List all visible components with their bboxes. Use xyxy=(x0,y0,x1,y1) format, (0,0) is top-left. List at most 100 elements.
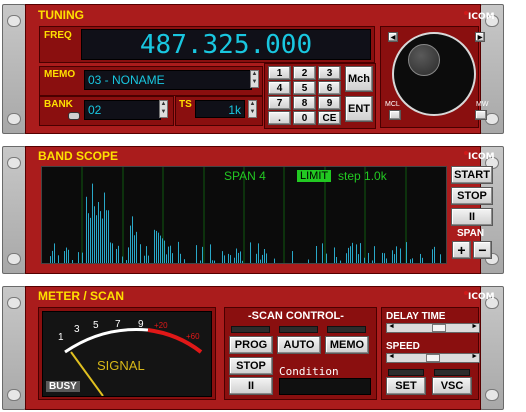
span-plus-button[interactable]: + xyxy=(452,241,471,259)
keypad-key-5[interactable]: 5 xyxy=(293,81,316,95)
meter-scan-panel: METER / SCAN ICOM 1 3 5 7 9 +20 +60 SIGN… xyxy=(2,286,504,410)
scope-trace-bar xyxy=(264,248,265,263)
scope-trace-bar xyxy=(356,244,357,263)
signal-label: SIGNAL xyxy=(97,358,145,373)
dial-right-button[interactable]: ▶ xyxy=(475,32,485,42)
scope-trace-bar xyxy=(184,259,185,263)
tuning-dial[interactable] xyxy=(392,32,476,116)
scope-trace-bar xyxy=(364,257,365,263)
keypad-key-7[interactable]: 7 xyxy=(268,96,291,110)
scope-trace-bar xyxy=(82,252,83,263)
scope-trace-bar xyxy=(214,260,215,263)
keypad-key-4[interactable]: 4 xyxy=(268,81,291,95)
scope-trace-bar xyxy=(412,258,413,263)
keypad-key-3[interactable]: 3 xyxy=(318,66,341,80)
band-scope-panel: BAND SCOPE ICOM SPAN 4 LIMIT step 1.0k S… xyxy=(2,146,504,274)
scope-trace-bar xyxy=(78,252,79,263)
speed-slider[interactable]: ◄ ► xyxy=(386,353,480,363)
bank-select[interactable]: 02 xyxy=(84,100,161,120)
scope-trace-bar xyxy=(72,259,73,263)
scope-trace-bar xyxy=(144,255,145,263)
span-label: SPAN xyxy=(457,228,485,239)
mch-button[interactable]: Mch xyxy=(345,66,373,92)
scope-trace-bar xyxy=(292,251,293,263)
rack-ear-right xyxy=(480,286,504,410)
scope-trace-bar xyxy=(346,253,347,263)
mcl-button[interactable] xyxy=(389,110,401,120)
freq-value: 487.325.000 xyxy=(139,30,313,60)
keypad-key-ce[interactable]: CE xyxy=(318,111,341,125)
prog-button[interactable]: PROG xyxy=(229,336,273,354)
scope-stop-button[interactable]: STOP xyxy=(451,187,493,205)
keypad-key-0[interactable]: 0 xyxy=(293,111,316,125)
bank-toggle[interactable] xyxy=(68,112,80,120)
mw-label: MW xyxy=(476,101,489,108)
scope-trace-bar xyxy=(420,253,421,263)
scope-trace-bar xyxy=(350,246,351,263)
scope-trace-bar xyxy=(348,247,349,263)
scope-trace-bar xyxy=(392,250,393,263)
scope-trace-bar xyxy=(308,259,309,263)
mw-button[interactable] xyxy=(475,110,487,120)
scope-trace-bar xyxy=(112,243,113,263)
scale-1: 1 xyxy=(58,332,64,343)
scope-start-button[interactable]: START xyxy=(451,166,493,184)
freq-display[interactable]: 487.325.000 xyxy=(81,29,371,60)
freq-label: FREQ xyxy=(44,30,72,41)
scope-trace-bar xyxy=(140,244,141,263)
memo-spinner[interactable]: ▲ ▼ xyxy=(250,70,259,88)
scope-trace-bar xyxy=(432,249,433,263)
keypad-key-dot[interactable]: . xyxy=(268,111,291,125)
dial-left-button[interactable]: ◀ xyxy=(388,32,398,42)
keypad-key-8[interactable]: 8 xyxy=(293,96,316,110)
scope-trace-bar xyxy=(372,260,373,263)
bank-spinner[interactable]: ▲ ▼ xyxy=(159,100,168,118)
scope-trace-bar xyxy=(230,255,231,263)
span-text: SPAN 4 xyxy=(224,169,266,183)
set-button[interactable]: SET xyxy=(386,377,426,395)
keypad-key-6[interactable]: 6 xyxy=(318,81,341,95)
icom-logo: ICOM xyxy=(464,151,495,162)
memo-led xyxy=(327,326,366,333)
delay-time-thumb[interactable] xyxy=(432,324,447,332)
memo-label: MEMO xyxy=(44,69,76,80)
ts-value: 1k xyxy=(228,103,241,117)
delay-time-slider[interactable]: ◄ ► xyxy=(386,323,480,333)
scope-trace-bar xyxy=(396,246,397,263)
busy-indicator: BUSY xyxy=(46,381,80,392)
keypad-key-2[interactable]: 2 xyxy=(293,66,316,80)
ent-button[interactable]: ENT xyxy=(345,96,373,122)
dial-knob[interactable] xyxy=(408,44,440,76)
scope-trace-bar xyxy=(96,215,97,263)
ts-spinner[interactable]: ▲ ▼ xyxy=(248,100,257,118)
scope-trace-bar xyxy=(394,254,395,263)
scan-pause-button[interactable]: II xyxy=(229,377,273,395)
keypad-key-9[interactable]: 9 xyxy=(318,96,341,110)
speed-label: SPEED xyxy=(386,341,420,352)
speed-thumb[interactable] xyxy=(426,354,440,362)
scope-trace-bar xyxy=(410,259,411,263)
scope-trace-bar xyxy=(256,253,257,263)
scope-trace-bar xyxy=(126,260,127,263)
scope-trace-bar xyxy=(224,255,225,263)
scope-trace-bar xyxy=(222,251,223,263)
scope-pause-button[interactable]: II xyxy=(451,208,493,226)
memo-select[interactable]: 03 - NONAME xyxy=(84,70,252,90)
vsc-button[interactable]: VSC xyxy=(432,377,472,395)
span-minus-button[interactable]: − xyxy=(473,241,492,259)
scope-trace xyxy=(50,183,441,263)
memo-button[interactable]: MEMO xyxy=(325,336,369,354)
scope-trace-bar xyxy=(238,252,239,263)
auto-led xyxy=(279,326,318,333)
scope-trace-bar xyxy=(240,251,241,263)
ts-select[interactable]: 1k xyxy=(195,100,245,118)
auto-button[interactable]: AUTO xyxy=(277,336,321,354)
scale-9: 9 xyxy=(138,319,144,330)
scope-trace-bar xyxy=(336,256,337,263)
bank-value: 02 xyxy=(88,103,102,117)
tuning-panel: TUNING ICOM FREQ 487.325.000 MEMO 03 - N… xyxy=(2,4,504,134)
scan-stop-button[interactable]: STOP xyxy=(229,357,273,375)
keypad-key-1[interactable]: 1 xyxy=(268,66,291,80)
scope-trace-bar xyxy=(66,247,67,263)
scope-trace-bar xyxy=(358,254,359,263)
